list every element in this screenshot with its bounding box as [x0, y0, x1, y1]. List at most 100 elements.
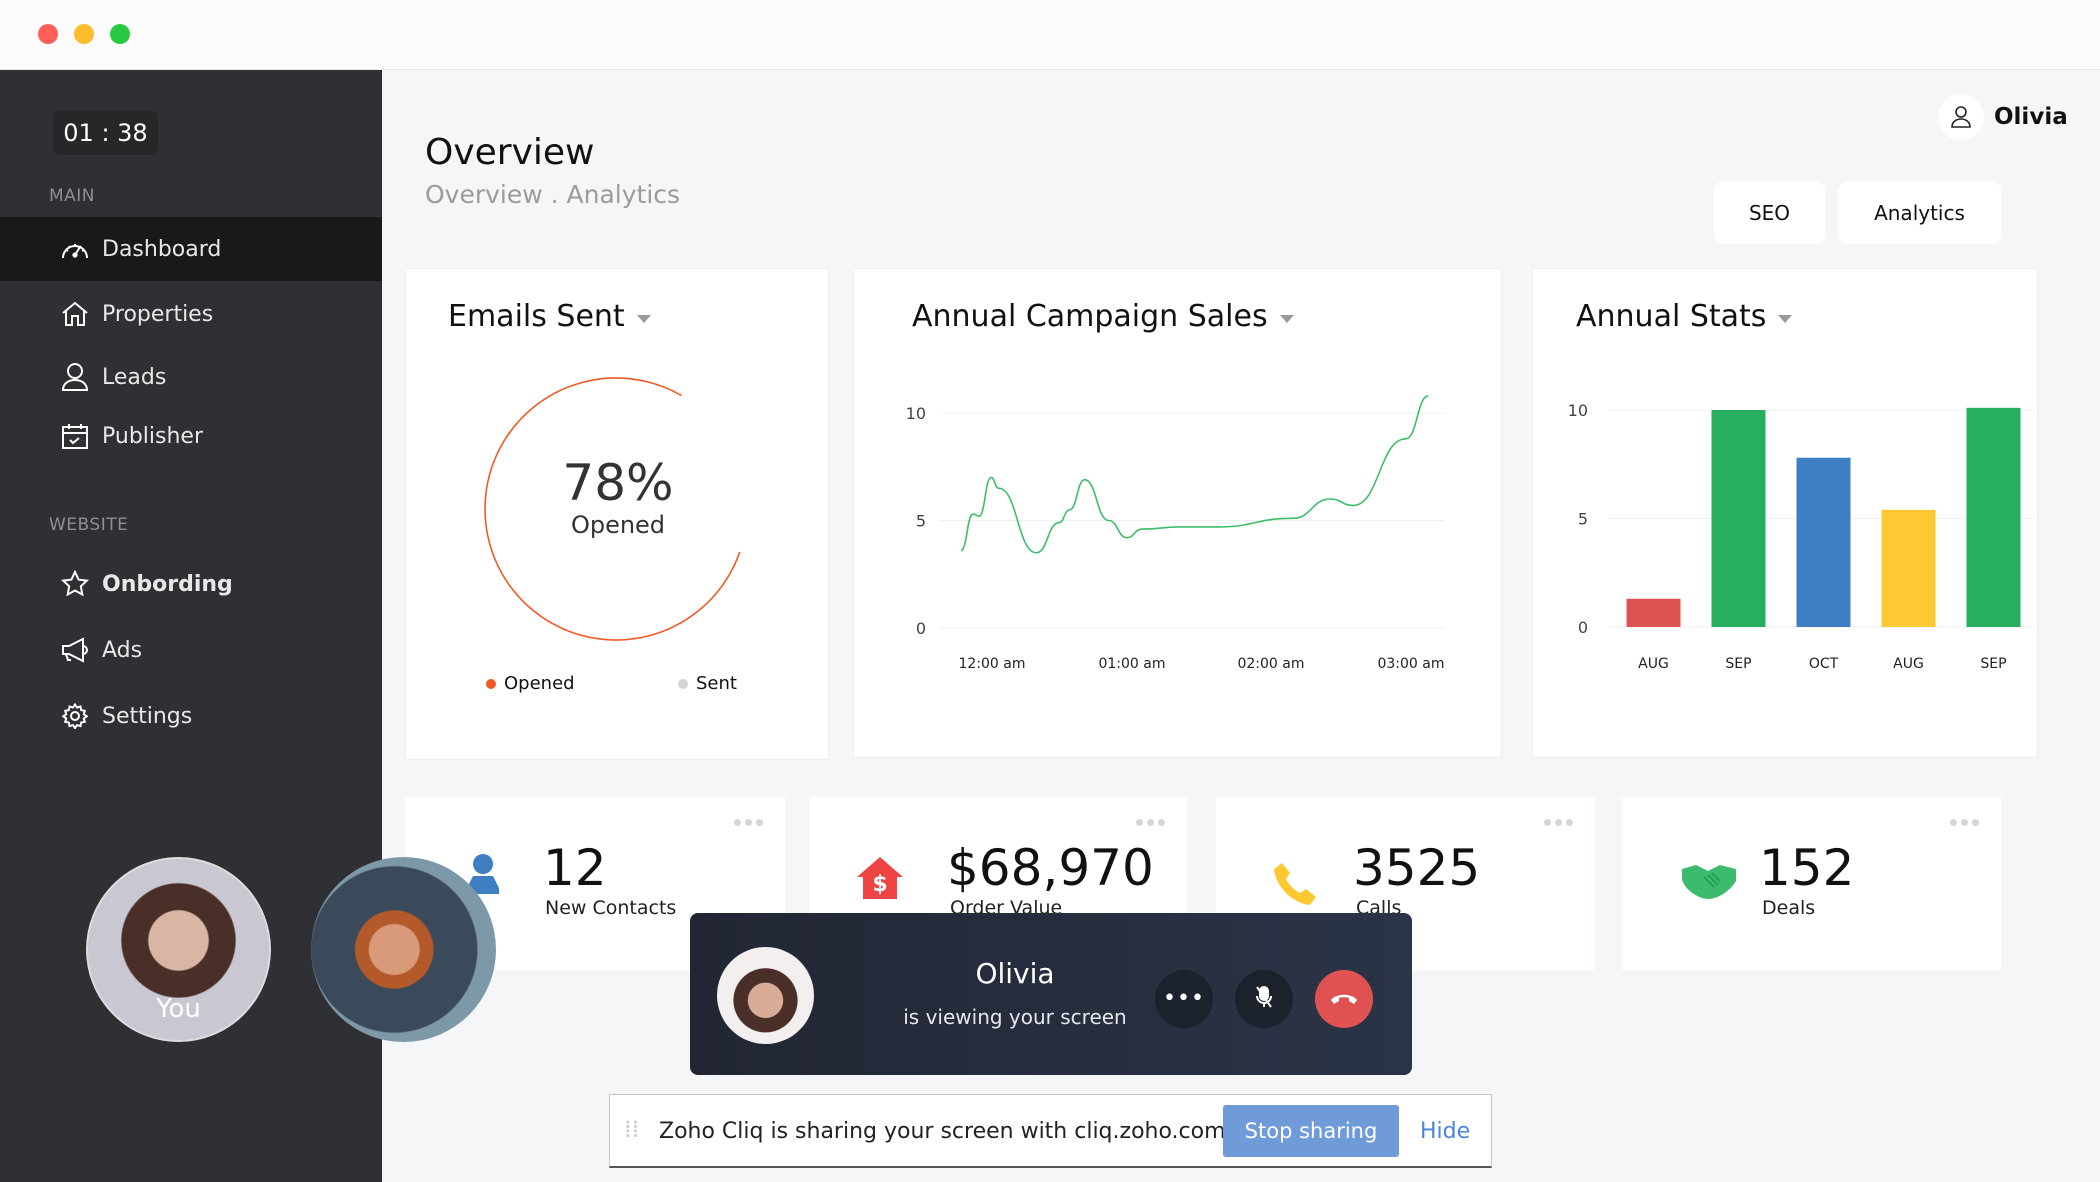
- end-call-button[interactable]: [1315, 970, 1373, 1028]
- phone-icon: [1274, 861, 1318, 909]
- user-menu[interactable]: Olivia: [1928, 94, 2068, 140]
- donut-percent: 78%: [562, 454, 674, 512]
- drag-handle-icon[interactable]: ⁞⁞: [624, 1115, 639, 1143]
- sidebar-item-properties[interactable]: Properties: [0, 282, 382, 346]
- x-tick-label: OCT: [1809, 656, 1839, 672]
- more-options-icon[interactable]: [734, 819, 763, 826]
- star-icon: [60, 569, 90, 599]
- legend-swatch: [486, 678, 496, 689]
- caret-down-icon: [636, 314, 651, 323]
- stat-tile-deals[interactable]: 152 Deals: [1622, 797, 2001, 970]
- hang-up-icon: [1330, 990, 1358, 1009]
- x-tick-label: SEP: [1980, 656, 2006, 672]
- calendar-check-icon: [60, 421, 90, 451]
- call-more-button[interactable]: •••: [1155, 970, 1213, 1028]
- caller-avatar: [717, 947, 814, 1044]
- more-options-icon[interactable]: [1136, 819, 1165, 826]
- stat-label: New Contacts: [545, 897, 677, 919]
- emails-sent-card: Emails Sent 78% Opened Opened Sent: [405, 268, 829, 760]
- participant-label: You: [156, 994, 201, 1024]
- stop-sharing-button[interactable]: Stop sharing: [1223, 1105, 1399, 1157]
- legend-label: Sent: [696, 673, 737, 694]
- sidebar-item-label: Dashboard: [102, 236, 222, 262]
- user-icon: [60, 362, 90, 392]
- more-options-icon[interactable]: [1950, 819, 1979, 826]
- x-tick-label: 03:00 am: [1377, 656, 1444, 672]
- x-tick-label: 01:00 am: [1098, 656, 1165, 672]
- home-icon: [60, 299, 90, 329]
- mic-off-icon: [1254, 985, 1274, 1013]
- page-title: Overview: [425, 132, 595, 173]
- stat-label: Deals: [1762, 897, 1816, 919]
- gear-icon: [60, 701, 90, 731]
- x-tick-label: 02:00 am: [1237, 656, 1304, 672]
- stat-value: 12: [543, 839, 607, 897]
- participant-video[interactable]: [311, 857, 496, 1042]
- svg-text:$: $: [872, 872, 887, 897]
- call-status: is viewing your screen: [903, 1005, 1127, 1029]
- dashboard-gauge-icon: [60, 234, 90, 264]
- stat-value: $68,970: [947, 839, 1154, 897]
- donut-sublabel: Opened: [570, 511, 666, 539]
- bar: [1711, 410, 1766, 627]
- bar-chart: 0 5 10 AUG SEP OCT AUG SEP: [1568, 401, 2033, 672]
- minimize-window-button[interactable]: [74, 24, 94, 44]
- caller-name: Olivia: [975, 957, 1055, 990]
- sidebar-item-label: Ads: [102, 637, 143, 663]
- legend-opened: Opened: [486, 673, 575, 694]
- sidebar-item-label: Onbording: [102, 571, 233, 597]
- share-message: Zoho Cliq is sharing your screen with cl…: [659, 1119, 1233, 1144]
- section-label-main: MAIN: [49, 186, 96, 206]
- tab-analytics[interactable]: Analytics: [1838, 181, 2001, 244]
- call-panel: Olivia is viewing your screen •••: [690, 913, 1412, 1075]
- sidebar-item-ads[interactable]: Ads: [0, 618, 382, 682]
- megaphone-icon: [60, 635, 90, 665]
- more-options-icon[interactable]: [1544, 819, 1573, 826]
- legend-label: Opened: [504, 673, 575, 694]
- campaign-sales-card: Annual Campaign Sales 0 5 10 12:00 am 01:00 …: [853, 268, 1502, 758]
- sidebar-item-publisher[interactable]: Publisher: [0, 404, 382, 468]
- user-avatar-icon: [1938, 94, 1984, 140]
- x-tick-label: 12:00 am: [958, 656, 1025, 672]
- x-tick-label: AUG: [1893, 656, 1924, 672]
- x-tick-label: SEP: [1725, 656, 1751, 672]
- y-tick-label: 10: [1568, 401, 1588, 420]
- legend-sent: Sent: [678, 673, 737, 694]
- close-window-button[interactable]: [38, 24, 58, 44]
- card-title-text: Emails Sent: [448, 299, 625, 334]
- screen-share-bar: ⁞⁞ Zoho Cliq is sharing your screen with…: [609, 1094, 1492, 1168]
- house-dollar-icon: $: [857, 857, 903, 903]
- call-timer: 01 : 38: [53, 111, 158, 155]
- y-tick-label: 0: [916, 619, 926, 638]
- maximize-window-button[interactable]: [110, 24, 130, 44]
- user-name: Olivia: [1994, 104, 2068, 130]
- breadcrumb[interactable]: Overview . Analytics: [425, 180, 680, 209]
- more-horizontal-icon: •••: [1163, 986, 1205, 1011]
- sidebar-item-dashboard[interactable]: Dashboard: [0, 217, 382, 281]
- sidebar-item-label: Leads: [102, 364, 167, 390]
- legend-swatch: [678, 678, 688, 689]
- tab-seo[interactable]: SEO: [1714, 181, 1825, 244]
- hide-link[interactable]: Hide: [1420, 1119, 1470, 1144]
- participant-you-video[interactable]: You: [86, 857, 271, 1042]
- section-label-website: WEBSITE: [49, 515, 129, 535]
- x-tick-label: AUG: [1638, 656, 1669, 672]
- window-titlebar: [0, 0, 2100, 70]
- bar: [1796, 457, 1851, 627]
- annual-stats-card: Annual Stats 0 5 10 AUG SEP OCT AUG SEP: [1532, 268, 2038, 758]
- y-tick-label: 10: [906, 404, 926, 423]
- mute-button[interactable]: [1235, 970, 1293, 1028]
- sidebar-item-onbording[interactable]: Onbording: [0, 552, 382, 616]
- sidebar-item-settings[interactable]: Settings: [0, 684, 382, 748]
- handshake-icon: [1682, 863, 1736, 905]
- sidebar-item-leads[interactable]: Leads: [0, 345, 382, 409]
- y-tick-label: 5: [1578, 510, 1588, 529]
- bar: [1881, 509, 1936, 627]
- emails-sent-title[interactable]: Emails Sent: [448, 299, 651, 334]
- sidebar-item-label: Publisher: [102, 423, 203, 449]
- sidebar-item-label: Properties: [102, 301, 214, 327]
- stat-value: 3525: [1353, 839, 1481, 897]
- y-tick-label: 0: [1578, 618, 1588, 637]
- series-line: [960, 395, 1429, 554]
- bar: [1966, 407, 2021, 627]
